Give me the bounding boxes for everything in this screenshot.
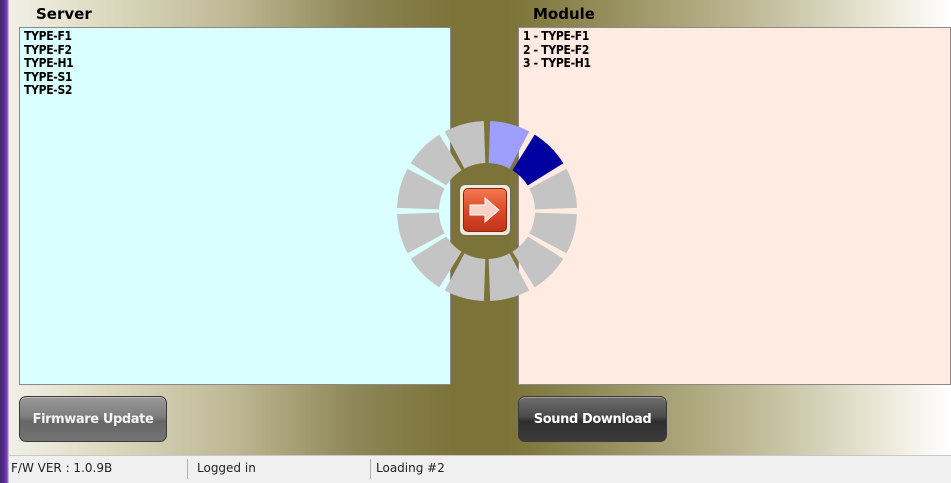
- module-list-item[interactable]: 3 - TYPE-H1: [523, 56, 946, 71]
- status-loading: Loading #2: [376, 461, 445, 475]
- server-list[interactable]: TYPE-F1 TYPE-F2 TYPE-H1 TYPE-S1 TYPE-S2: [19, 27, 451, 385]
- status-bar: F/W VER : 1.0.9B Logged in Loading #2: [9, 455, 951, 483]
- server-list-item[interactable]: TYPE-S1: [24, 70, 446, 85]
- window-left-border: [0, 0, 9, 483]
- status-fw-version: F/W VER : 1.0.9B: [11, 461, 113, 475]
- module-list-item[interactable]: 2 - TYPE-F2: [523, 43, 946, 58]
- app-window: Server Module TYPE-F1 TYPE-F2 TYPE-H1 TYPE-…: [0, 0, 951, 483]
- transfer-button[interactable]: [459, 184, 511, 236]
- status-login: Logged in: [197, 461, 256, 475]
- module-title: Module: [533, 5, 595, 23]
- module-list[interactable]: 1 - TYPE-F1 2 - TYPE-F2 3 - TYPE-H1: [518, 27, 951, 385]
- server-list-item[interactable]: TYPE-S2: [24, 83, 446, 98]
- arrow-right-icon: [469, 196, 500, 224]
- server-list-item[interactable]: TYPE-H1: [24, 56, 446, 71]
- module-list-item[interactable]: 1 - TYPE-F1: [523, 29, 946, 44]
- firmware-update-button[interactable]: Firmware Update: [19, 396, 167, 442]
- server-list-item[interactable]: TYPE-F1: [24, 29, 446, 44]
- status-divider: [187, 459, 188, 479]
- server-title: Server: [36, 5, 92, 23]
- server-list-item[interactable]: TYPE-F2: [24, 43, 446, 58]
- sound-download-button[interactable]: Sound Download: [518, 396, 667, 442]
- status-divider: [370, 459, 371, 479]
